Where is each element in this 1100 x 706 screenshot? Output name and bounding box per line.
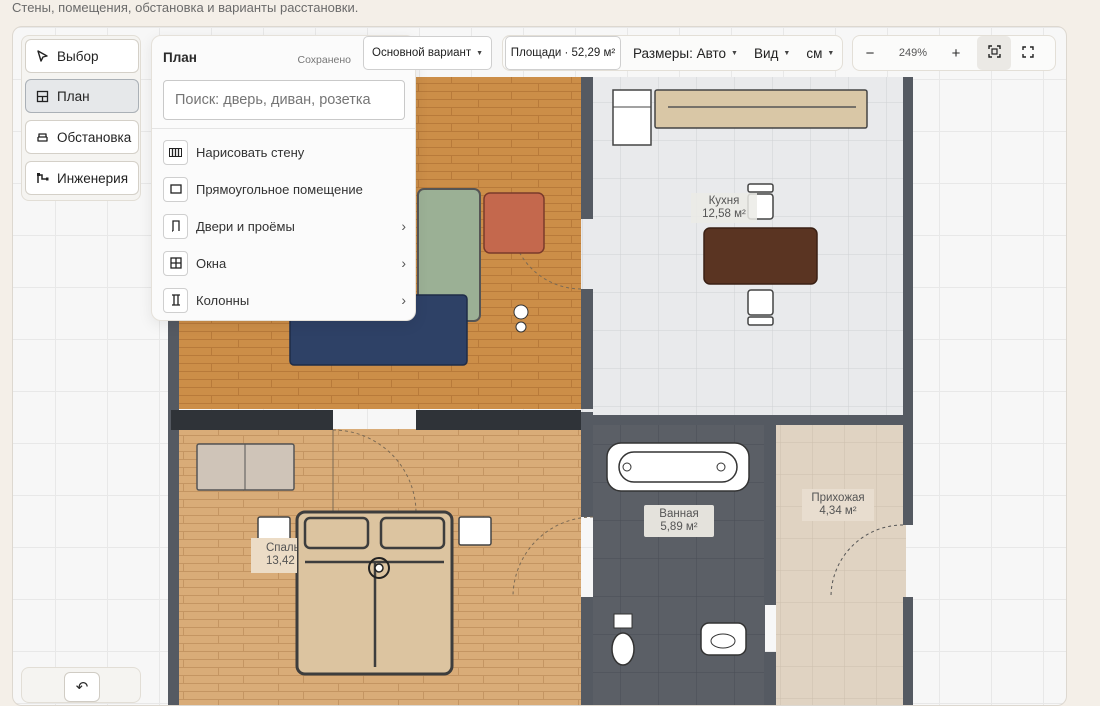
hallway-floor: [776, 425, 906, 705]
hallway-area: 4,34 м²: [819, 505, 857, 517]
bathroom-name: Ванная: [659, 508, 699, 520]
tool-switcher: Выбор План Обстановка Инженерия: [21, 35, 141, 201]
search-input[interactable]: [163, 80, 405, 120]
tool-engineering-label: Инженерия: [57, 170, 129, 186]
kitchen-chair-bottom[interactable]: [747, 289, 774, 316]
draw-wall-item[interactable]: Нарисовать стену: [163, 139, 406, 165]
rect-room-item[interactable]: Прямоугольное помещение: [163, 176, 406, 202]
caret-down-icon: ▼: [827, 49, 835, 57]
bathroom-area: 5,89 м²: [660, 521, 698, 533]
columns-label: Колонны: [196, 292, 250, 308]
sizes-label: Размеры: Авто: [633, 45, 727, 61]
caret-down-icon: ▼: [783, 49, 791, 57]
tool-furniture[interactable]: Обстановка: [25, 120, 139, 154]
toilet[interactable]: [611, 632, 635, 666]
wall-kitchen-bottom[interactable]: [591, 415, 909, 425]
wall-bath-hall-lower[interactable]: [764, 652, 776, 706]
rect-room-label: Прямоугольное помещение: [196, 181, 363, 197]
caret-down-icon: ▼: [731, 49, 738, 57]
hallway-label: Прихожая 4,34 м²: [802, 489, 874, 521]
undo-icon: ↶: [75, 679, 89, 696]
wall-icon: [163, 139, 188, 165]
fullscreen-icon: [1022, 45, 1034, 62]
zoom-toolbar: − 249% +: [852, 35, 1056, 71]
window-icon: [163, 250, 188, 276]
zoom-out-button[interactable]: −: [853, 36, 887, 70]
chevron-right-icon: ›: [401, 218, 406, 234]
wall-right-mid[interactable]: [903, 425, 913, 525]
minus-icon: −: [865, 44, 875, 62]
pipe-icon: [35, 171, 49, 185]
columns-item[interactable]: Колонны ›: [163, 287, 406, 313]
wall-partition-right[interactable]: [416, 410, 581, 430]
cursor-icon: [35, 49, 49, 63]
variant-wrapper: Основной вариант ▼: [363, 35, 493, 71]
panel-divider: [152, 128, 415, 129]
draw-wall-label: Нарисовать стену: [196, 144, 305, 160]
wall-bath-hall[interactable]: [764, 425, 776, 605]
windows-label: Окна: [196, 255, 227, 271]
wall-center-lower[interactable]: [581, 412, 593, 517]
tool-select-label: Выбор: [57, 48, 99, 64]
fridge[interactable]: [612, 89, 652, 146]
doors-label: Двери и проёмы: [196, 218, 295, 234]
tool-furniture-label: Обстановка: [57, 129, 132, 145]
floorplan-icon: [35, 89, 49, 103]
undo-button[interactable]: ↶: [64, 672, 100, 702]
bedroom-name: Спальня: [266, 542, 297, 554]
wall-center-upper[interactable]: [581, 77, 593, 219]
wall-right-upper[interactable]: [903, 77, 913, 425]
view-dropdown[interactable]: Вид ▼: [746, 36, 798, 70]
kitchen-area: 12,58 м²: [702, 208, 746, 220]
areas-label: Площади · 52,29 м²: [510, 47, 616, 59]
plan-panel: План Сохранено Нарисовать стену Прямоуго…: [151, 35, 416, 321]
plus-icon: +: [951, 44, 961, 62]
kitchen-label: Кухня 12,58 м²: [691, 193, 757, 223]
armchair[interactable]: [483, 192, 545, 254]
chevron-right-icon: ›: [401, 292, 406, 308]
fullscreen-button[interactable]: [1011, 36, 1045, 70]
dining-table[interactable]: [703, 227, 818, 285]
armchair-icon: [35, 130, 49, 144]
nightstand-right[interactable]: [458, 516, 492, 546]
wall-center-mid[interactable]: [581, 289, 593, 409]
bathroom-label: Ванная 5,89 м²: [644, 505, 714, 537]
fit-to-screen-button[interactable]: [977, 36, 1011, 70]
tool-select[interactable]: Выбор: [25, 39, 139, 73]
toilet-tank[interactable]: [613, 613, 633, 629]
plan-canvas[interactable]: Кухня 12,58 м² Ванная 5,89 м² Прихожая 4…: [12, 26, 1067, 706]
bedroom-label: Спальня 13,42 м²: [251, 538, 297, 573]
units-label: см: [806, 45, 823, 61]
caret-down-icon: ▼: [476, 49, 484, 57]
kitchen-name: Кухня: [708, 195, 740, 207]
display-toolbar: Площади · 52,29 м² Размеры: Авто ▼ Вид ▼…: [502, 35, 843, 71]
history-toolbar: ↶: [21, 667, 141, 703]
view-label: Вид: [753, 45, 779, 61]
wall-partition-left[interactable]: [171, 410, 333, 430]
bedroom-area: 13,42 м²: [266, 555, 297, 567]
sizes-dropdown[interactable]: Размеры: Авто ▼: [625, 36, 746, 70]
windows-item[interactable]: Окна ›: [163, 250, 406, 276]
page-caption: Стены, помещения, обстановка и варианты …: [12, 0, 359, 15]
panel-title: План: [163, 50, 197, 65]
tool-plan[interactable]: План: [25, 79, 139, 113]
kitchen-counter[interactable]: [654, 89, 868, 129]
areas-button[interactable]: Площади · 52,29 м²: [505, 36, 621, 70]
tool-engineering[interactable]: Инженерия: [25, 161, 139, 195]
zoom-level: 249%: [898, 47, 928, 59]
variant-label: Основной вариант: [372, 47, 472, 59]
variant-dropdown[interactable]: Основной вариант ▼: [363, 36, 493, 70]
doors-item[interactable]: Двери и проёмы ›: [163, 213, 406, 239]
rectangle-icon: [163, 176, 188, 202]
save-status: Сохранено: [297, 54, 351, 66]
zoom-in-button[interactable]: +: [939, 36, 973, 70]
hallway-name: Прихожая: [811, 492, 865, 504]
fit-icon: [987, 44, 1001, 62]
door-icon: [163, 213, 188, 239]
column-icon: [163, 287, 188, 313]
tool-plan-label: План: [57, 88, 90, 104]
units-dropdown[interactable]: см ▼: [798, 36, 842, 70]
chevron-right-icon: ›: [401, 255, 406, 271]
